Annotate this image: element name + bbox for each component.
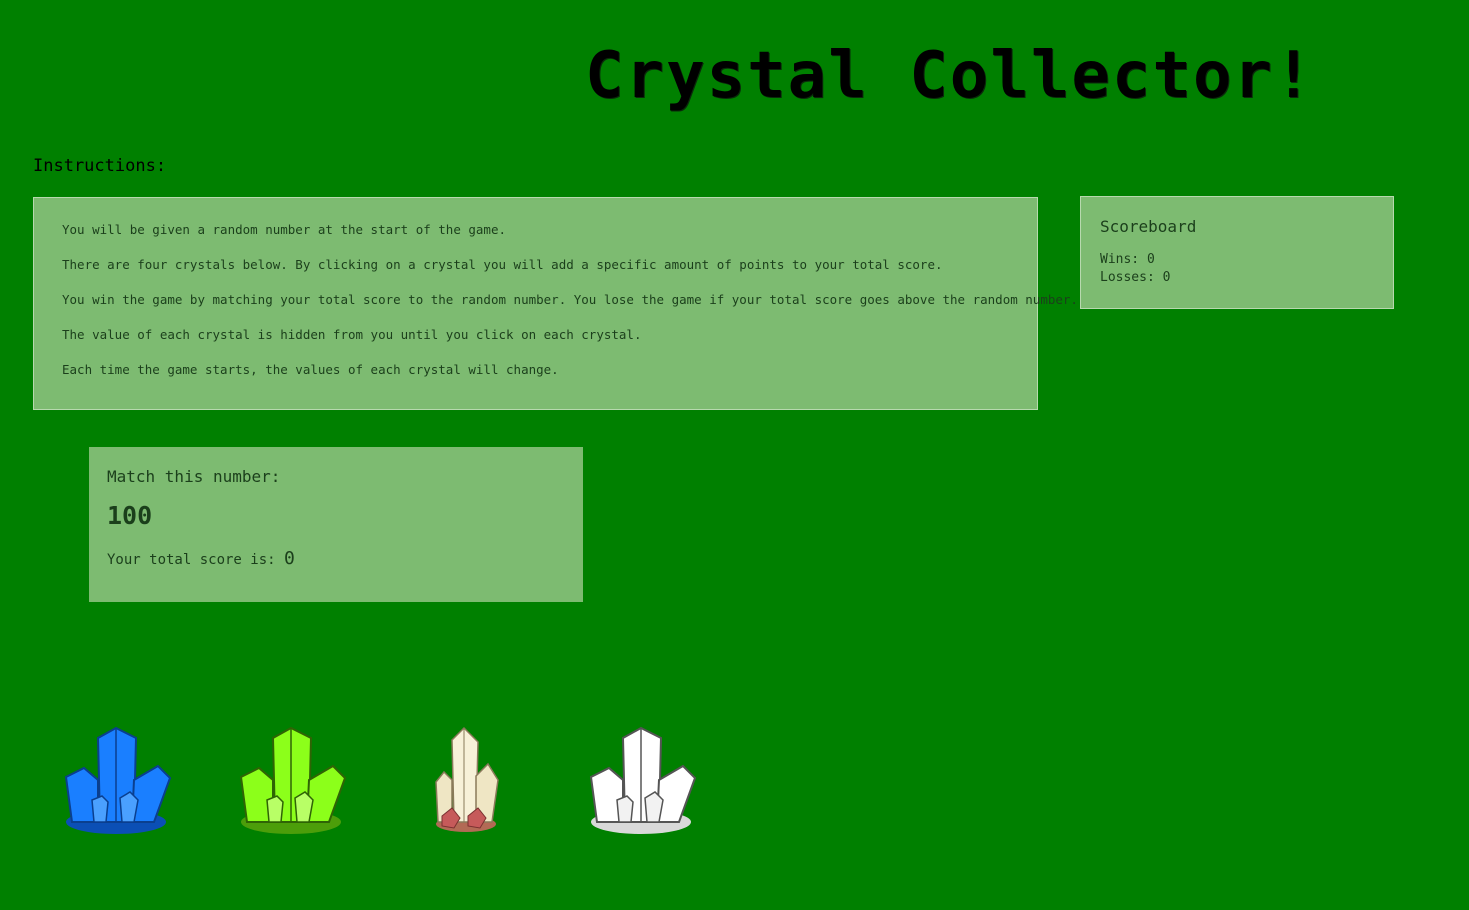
crystal-button-white[interactable] <box>583 722 703 842</box>
crystal-button-green[interactable] <box>233 722 353 842</box>
instruction-line: You win the game by matching your total … <box>62 292 1078 307</box>
instruction-line: Each time the game starts, the values of… <box>62 362 559 377</box>
blue-crystal-icon <box>64 726 172 834</box>
white-crystal-icon <box>589 726 697 834</box>
total-score-value: 0 <box>284 548 295 569</box>
yellow-crystal-icon <box>435 726 499 832</box>
target-number: 100 <box>107 501 153 530</box>
crystal-button-yellow[interactable] <box>408 722 528 842</box>
game-title: Crystal Collector! <box>585 39 1315 113</box>
wins-label: Wins: <box>1100 252 1140 267</box>
losses-count: 0 <box>1162 270 1171 285</box>
green-crystal-icon <box>239 726 347 834</box>
instructions-label: Instructions: <box>33 156 167 176</box>
losses-line: Losses: 0 <box>1100 269 1374 287</box>
instruction-line: There are four crystals below. By clicki… <box>62 257 943 272</box>
instruction-line: You will be given a random number at the… <box>62 222 507 237</box>
scoreboard-panel: Scoreboard Wins: 0 Losses: 0 <box>1080 196 1394 309</box>
wins-line: Wins: 0 <box>1100 251 1374 269</box>
wins-count: 0 <box>1146 252 1155 267</box>
instruction-line: The value of each crystal is hidden from… <box>62 327 642 342</box>
scoreboard-title: Scoreboard <box>1100 217 1197 236</box>
crystal-button-blue[interactable] <box>58 722 178 842</box>
instructions-panel: You will be given a random number at the… <box>33 197 1078 410</box>
match-panel: Match this number: 100 Your total score … <box>89 447 583 602</box>
losses-label: Losses: <box>1100 270 1155 285</box>
match-label: Match this number: <box>107 467 281 486</box>
total-score-label: Your total score is: <box>107 552 276 568</box>
total-score-line: Your total score is: 0 <box>107 549 565 570</box>
